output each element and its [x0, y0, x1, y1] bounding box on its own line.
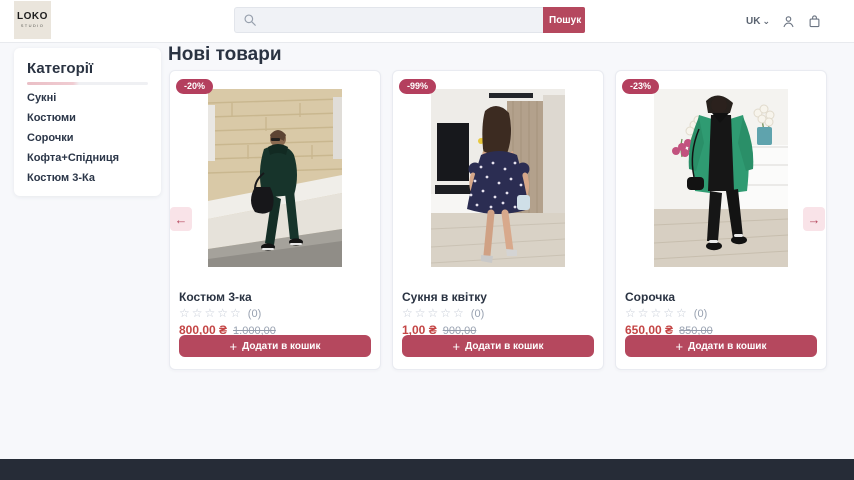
arrow-right-icon: →: [808, 212, 821, 227]
cart-icon[interactable]: [806, 13, 822, 29]
account-icon[interactable]: [780, 13, 796, 29]
discount-badge: -99%: [399, 79, 436, 94]
star-rating-icons: ☆☆☆☆☆: [402, 307, 466, 320]
sidebar-item-sukni[interactable]: Сукні: [27, 92, 148, 105]
product-name[interactable]: Сорочка: [625, 291, 817, 304]
add-to-cart-label: Додати в кошик: [465, 341, 543, 352]
product-image[interactable]: [654, 89, 788, 267]
language-selector[interactable]: UK ⌄: [746, 16, 770, 27]
plus-icon: +: [230, 340, 238, 353]
carousel-next-button[interactable]: →: [803, 207, 825, 231]
rating-count: (0): [694, 308, 707, 320]
product-rating: ☆☆☆☆☆ (0): [179, 307, 380, 320]
categories-panel: Категорії Сукні Костюми Сорочки Кофта+Сп…: [14, 48, 161, 196]
discount-badge: -20%: [176, 79, 213, 94]
logo[interactable]: LOKO STUDIO: [14, 1, 51, 39]
chevron-down-icon: ⌄: [762, 17, 770, 25]
sidebar-item-kostyum-3ka[interactable]: Костюм 3-Ка: [27, 172, 148, 185]
add-to-cart-label: Додати в кошик: [242, 341, 320, 352]
add-to-cart-button[interactable]: + Додати в кошик: [402, 335, 594, 357]
add-to-cart-button[interactable]: + Додати в кошик: [179, 335, 371, 357]
logo-title: LOKO: [17, 12, 48, 22]
sidebar-item-kostyumy[interactable]: Костюми: [27, 112, 148, 125]
product-rating: ☆☆☆☆☆ (0): [402, 307, 603, 320]
rating-count: (0): [248, 308, 261, 320]
search-button[interactable]: Пошук: [543, 7, 585, 33]
plus-icon: +: [453, 340, 461, 353]
product-photo-interior: [431, 89, 565, 267]
product-image[interactable]: [431, 89, 565, 267]
header: LOKO STUDIO Пошук UK ⌄: [0, 0, 854, 43]
product-image[interactable]: [208, 89, 342, 267]
header-actions: UK ⌄: [746, 0, 822, 42]
logo-subtitle: STUDIO: [21, 24, 45, 28]
discount-badge: -23%: [622, 79, 659, 94]
rating-count: (0): [471, 308, 484, 320]
sidebar-item-sorochky[interactable]: Сорочки: [27, 132, 148, 145]
product-rating: ☆☆☆☆☆ (0): [625, 307, 826, 320]
sidebar-item-kofta-spidnytsya[interactable]: Кофта+Спідниця: [27, 152, 148, 165]
product-card: -20%: [169, 70, 381, 370]
footer: [0, 459, 854, 480]
search-input[interactable]: [235, 8, 543, 32]
star-rating-icons: ☆☆☆☆☆: [179, 307, 243, 320]
product-photo-street: [208, 89, 342, 267]
product-card: -23%: [615, 70, 827, 370]
arrow-left-icon: ←: [175, 212, 188, 227]
add-to-cart-button[interactable]: + Додати в кошик: [625, 335, 817, 357]
language-label: UK: [746, 16, 760, 27]
page-title: Нові товари: [168, 44, 282, 66]
add-to-cart-label: Додати в кошик: [688, 341, 766, 352]
star-rating-icons: ☆☆☆☆☆: [625, 307, 689, 320]
search-field-wrap: [234, 7, 543, 33]
product-name[interactable]: Костюм 3-ка: [179, 291, 371, 304]
product-name[interactable]: Сукня в квітку: [402, 291, 594, 304]
categories-title: Категорії: [27, 60, 148, 77]
search-bar: Пошук: [234, 7, 585, 33]
carousel-prev-button[interactable]: ←: [170, 207, 192, 231]
categories-underline: [27, 82, 148, 85]
product-photo-kitchen: [654, 89, 788, 267]
plus-icon: +: [676, 340, 684, 353]
product-card: -99%: [392, 70, 604, 370]
